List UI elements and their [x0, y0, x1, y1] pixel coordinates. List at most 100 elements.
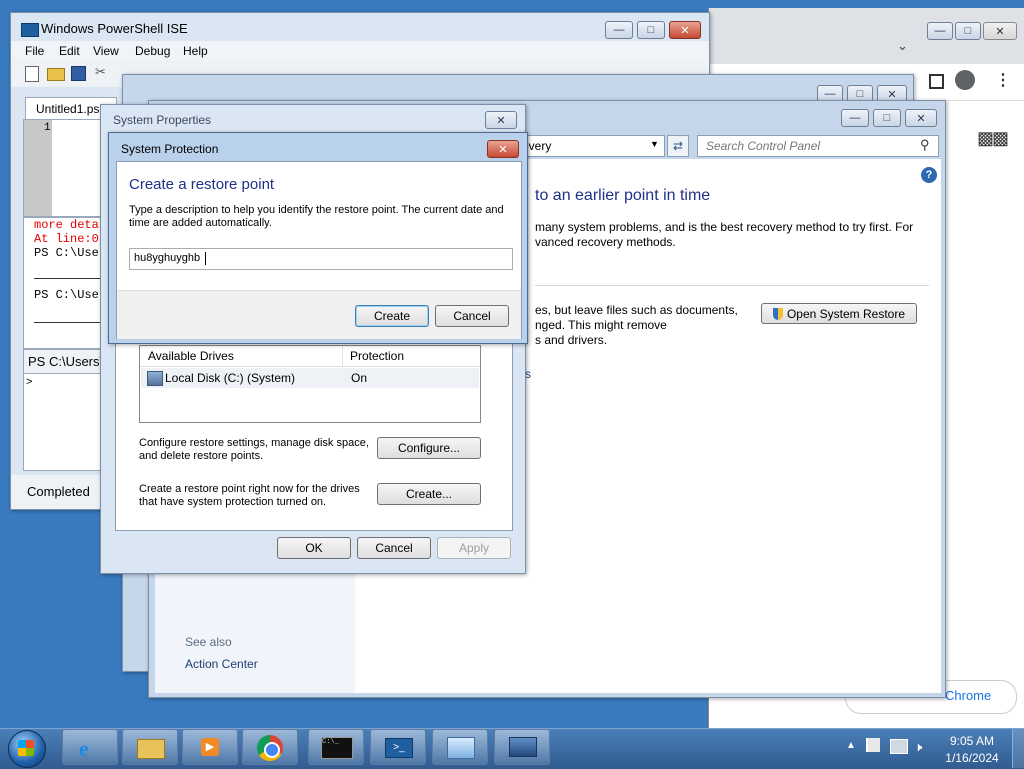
- cp-maximize-button[interactable]: □: [873, 109, 901, 127]
- taskbar-powershell-ise[interactable]: >_: [370, 729, 426, 765]
- volume-muted-icon[interactable]: 🕨: [914, 739, 922, 755]
- profile-avatar-icon[interactable]: [955, 70, 975, 90]
- system-protection-close-button[interactable]: ✕: [487, 140, 519, 158]
- console-line: At line:0: [34, 232, 99, 246]
- control-panel-icon: [447, 737, 475, 759]
- console-line: more deta: [34, 218, 99, 232]
- line-number-gutter: [24, 120, 52, 216]
- ise-minimize-button[interactable]: —: [605, 21, 633, 39]
- taskbar-system-properties[interactable]: [494, 729, 550, 765]
- system-protection-title: System Protection: [121, 142, 219, 156]
- script-tab-label: Untitled1.ps: [36, 102, 100, 116]
- search-placeholder: Search Control Panel: [706, 139, 821, 153]
- search-icon[interactable]: ⚲: [920, 137, 930, 153]
- create-restore-point-button[interactable]: Create...: [377, 483, 481, 505]
- help-icon[interactable]: ?: [921, 167, 937, 183]
- menu-help[interactable]: Help: [183, 44, 208, 58]
- cancel-create-button[interactable]: Cancel: [435, 305, 509, 327]
- refresh-icon[interactable]: ⇄: [667, 135, 689, 157]
- ok-button[interactable]: OK: [277, 537, 351, 559]
- restore-point-input[interactable]: hu8yghuyghb: [129, 248, 513, 270]
- col-divider: [342, 346, 343, 366]
- action-center-flag-icon[interactable]: [866, 738, 880, 752]
- taskbar-chrome[interactable]: [242, 729, 298, 765]
- restore-point-heading: Create a restore point: [129, 176, 275, 193]
- chrome-maximize-button[interactable]: □: [955, 22, 981, 40]
- console-line: PS C:\Use: [34, 246, 99, 260]
- taskbar-media-player[interactable]: ▶: [182, 729, 238, 765]
- system-protection-body: Create a restore point Type a descriptio…: [116, 161, 522, 339]
- action-center-link[interactable]: Action Center: [185, 657, 258, 671]
- search-box[interactable]: Search Control Panel ⚲: [697, 135, 939, 157]
- folder-icon: [137, 739, 165, 759]
- tray-clock-date[interactable]: 1/16/2024: [942, 751, 1002, 765]
- menu-kebab-icon[interactable]: ⋮: [995, 70, 1011, 90]
- drive-name: Local Disk (C:) (System): [165, 371, 296, 385]
- ise-maximize-button[interactable]: □: [637, 21, 665, 39]
- create-button[interactable]: Create: [355, 305, 429, 327]
- chrome-minimize-button[interactable]: —: [927, 22, 953, 40]
- new-file-icon[interactable]: [25, 66, 39, 82]
- drives-list-header: Available Drives Protection: [140, 346, 480, 367]
- console-prompt: PS C:\Users\: [28, 354, 104, 369]
- cp-description-line1: many system problems, and is the best re…: [535, 220, 914, 234]
- console-line: PS C:\Use: [34, 288, 99, 302]
- cp-restore-text1: es, but leave files such as documents,: [535, 303, 738, 317]
- tray-clock-time[interactable]: 9:05 AM: [944, 734, 1000, 748]
- show-desktop-button[interactable]: [1012, 729, 1024, 768]
- console-input-caret: >: [26, 376, 33, 388]
- taskbar-file-explorer[interactable]: [122, 729, 178, 765]
- cp-close-button[interactable]: ✕: [905, 109, 937, 127]
- cancel-button[interactable]: Cancel: [357, 537, 431, 559]
- system-properties-close-button[interactable]: ✕: [485, 111, 517, 129]
- menu-edit[interactable]: Edit: [59, 44, 80, 58]
- ise-close-button[interactable]: ✕: [669, 21, 701, 39]
- col-protection[interactable]: Protection: [350, 349, 404, 363]
- show-hidden-icons-icon[interactable]: ▲: [846, 740, 856, 751]
- taskbar-internet-explorer[interactable]: e: [62, 729, 118, 765]
- address-bar[interactable]: overy ▼: [515, 135, 665, 157]
- menu-file[interactable]: File: [25, 44, 44, 58]
- system-protection-dialog[interactable]: System Protection ✕ Create a restore poi…: [108, 132, 528, 344]
- shield-icon: [772, 307, 783, 320]
- open-folder-icon[interactable]: [47, 68, 65, 81]
- drive-protection: On: [351, 371, 368, 385]
- command-prompt-icon: C:\_: [321, 737, 353, 759]
- menu-debug[interactable]: Debug: [135, 44, 170, 58]
- apps-grid-icon[interactable]: ▩▩: [977, 128, 1009, 149]
- configure-button[interactable]: Configure...: [377, 437, 481, 459]
- cp-minimize-button[interactable]: —: [841, 109, 869, 127]
- cp-restore-text2: nged. This might remove: [535, 318, 667, 332]
- drives-list[interactable]: Available Drives Protection Local Disk (…: [139, 345, 481, 423]
- apply-button[interactable]: Apply: [437, 537, 511, 559]
- drive-row[interactable]: Local Disk (C:) (System) On: [141, 368, 479, 388]
- media-player-icon: ▶: [201, 738, 219, 756]
- ise-status-text: Completed: [27, 484, 90, 499]
- ise-app-icon: [21, 23, 39, 37]
- computer-icon: [509, 737, 537, 757]
- chevron-down-icon[interactable]: ⌄: [897, 38, 908, 54]
- address-dropdown-icon[interactable]: ▼: [650, 139, 659, 149]
- cp-restore-text3: s and drivers.: [535, 333, 608, 347]
- menu-view[interactable]: View: [93, 44, 119, 58]
- taskbar-command-prompt[interactable]: C:\_: [308, 729, 364, 765]
- chrome-icon-center: [264, 742, 280, 758]
- taskbar-control-panel[interactable]: [432, 729, 488, 765]
- network-icon[interactable]: [890, 739, 908, 754]
- ise-title: Windows PowerShell ISE: [41, 21, 188, 36]
- save-icon[interactable]: [71, 66, 86, 81]
- powershell-icon: >_: [385, 738, 413, 758]
- configure-description: Configure restore settings, manage disk …: [139, 437, 369, 462]
- cut-icon[interactable]: ✂: [95, 64, 106, 80]
- line-number: 1: [44, 122, 51, 134]
- col-available-drives[interactable]: Available Drives: [148, 349, 234, 363]
- text-cursor: [205, 252, 206, 265]
- system-properties-title: System Properties: [113, 113, 212, 127]
- chrome-text-fragment: Chrome: [945, 688, 992, 703]
- open-system-restore-button[interactable]: Open System Restore: [761, 303, 917, 324]
- windows-logo-icon: [18, 740, 34, 756]
- sidepanel-icon[interactable]: [929, 74, 944, 89]
- cp-separator: [535, 285, 929, 286]
- create-description: Create a restore point right now for the…: [139, 483, 360, 508]
- chrome-close-button[interactable]: ✕: [983, 22, 1017, 40]
